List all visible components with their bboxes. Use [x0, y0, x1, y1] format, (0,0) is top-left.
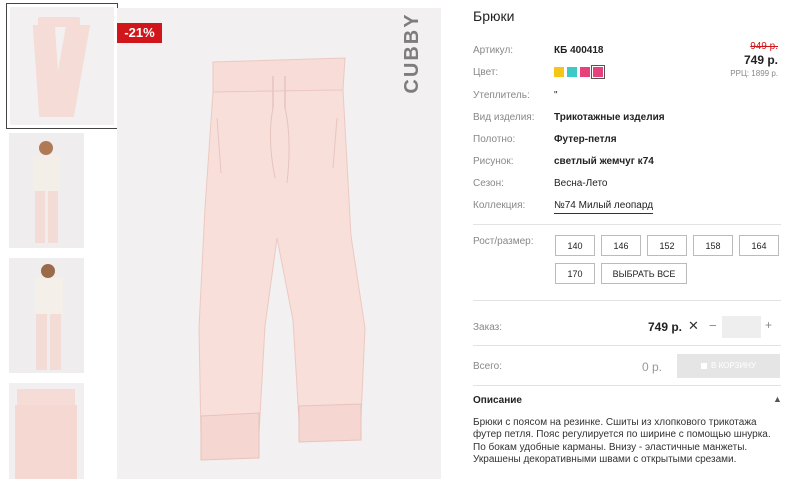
thumbnail-1[interactable] — [6, 3, 118, 129]
attr-label-pattern: Рисунок: — [473, 156, 514, 167]
attr-value-type: Трикотажные изделия — [554, 112, 665, 123]
color-swatch-selected[interactable] — [591, 65, 605, 79]
chevron-up-icon[interactable]: ▲ — [773, 394, 782, 404]
thumbnail-4[interactable] — [9, 383, 84, 479]
order-label: Заказ: — [473, 322, 503, 333]
attr-label-article: Артикул: — [473, 45, 514, 56]
size-button-164[interactable]: 164 — [739, 235, 779, 256]
color-swatch-pink[interactable] — [580, 67, 590, 77]
color-swatch-teal[interactable] — [567, 67, 577, 77]
divider — [473, 224, 781, 225]
increment-button[interactable]: + — [765, 318, 772, 332]
recommended-price: РРЦ: 1899 р. — [730, 69, 778, 78]
order-price: 749 р. — [648, 320, 683, 334]
total-label: Всего: — [473, 361, 502, 372]
color-swatches — [554, 65, 605, 79]
total-value: 0 р. — [642, 360, 663, 374]
attr-value-insulation: " — [554, 90, 558, 101]
bag-icon — [701, 362, 708, 369]
size-button-146[interactable]: 146 — [601, 235, 641, 256]
cart-button-label: В КОРЗИНУ — [711, 361, 756, 370]
collection-link[interactable]: №74 Милый леопард — [554, 200, 654, 214]
main-product-image — [117, 8, 441, 479]
size-button-170[interactable]: 170 — [555, 263, 595, 284]
attr-label-insulation: Утеплитель: — [473, 90, 530, 101]
quantity-input[interactable] — [722, 316, 761, 338]
brand-label: CUBBY — [401, 12, 423, 94]
attr-value-season: Весна-Лето — [554, 178, 608, 189]
decrement-button[interactable]: − — [709, 318, 717, 333]
pants-illustration — [198, 57, 366, 461]
color-swatch-yellow[interactable] — [554, 67, 564, 77]
old-price: 949 р. — [750, 41, 778, 52]
attr-label-type: Вид изделия: — [473, 112, 535, 123]
close-icon[interactable]: ✕ — [688, 318, 700, 333]
discount-badge: -21% — [117, 23, 162, 43]
size-button-152[interactable]: 152 — [647, 235, 687, 256]
size-button-158[interactable]: 158 — [693, 235, 733, 256]
attr-label-fabric: Полотно: — [473, 134, 516, 145]
add-to-cart-button[interactable]: В КОРЗИНУ — [677, 354, 780, 378]
sizes-label: Рост/размер: — [473, 236, 534, 247]
divider — [473, 345, 781, 346]
attr-value-pattern: светлый жемчуг к74 — [554, 156, 654, 167]
select-all-sizes-button[interactable]: ВЫБРАТЬ ВСЕ — [601, 263, 687, 284]
attr-label-collection: Коллекция: — [473, 200, 526, 211]
current-price: 749 р. — [743, 53, 778, 67]
divider — [473, 385, 781, 386]
attr-value-fabric: Футер-петля — [554, 134, 617, 145]
attr-label-season: Сезон: — [473, 178, 504, 189]
thumbnail-2[interactable] — [9, 133, 84, 248]
attr-value-collection-wrap: №74 Милый леопард — [554, 200, 654, 214]
size-button-140[interactable]: 140 — [555, 235, 595, 256]
attr-value-article: КБ 400418 — [554, 45, 604, 56]
thumbnail-gallery — [0, 0, 118, 479]
attr-label-color: Цвет: — [473, 67, 499, 78]
divider — [473, 300, 781, 301]
thumbnail-1-image — [10, 7, 114, 125]
description-text: Брюки с поясом на резинке. Сшиты из хлоп… — [473, 417, 771, 465]
thumbnail-3[interactable] — [9, 258, 84, 373]
description-title: Описание — [473, 395, 522, 406]
product-title: Брюки — [473, 8, 515, 24]
